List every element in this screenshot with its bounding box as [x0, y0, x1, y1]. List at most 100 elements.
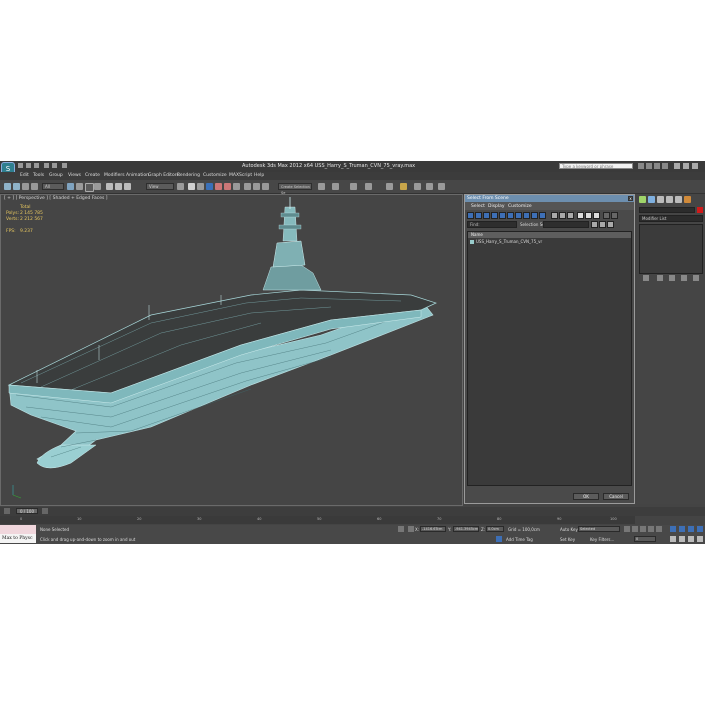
- object-name-field[interactable]: [639, 207, 695, 213]
- motion-tab-icon[interactable]: [666, 196, 673, 203]
- window-crossing-icon[interactable]: [94, 183, 101, 190]
- select-by-name-icon[interactable]: [76, 183, 83, 190]
- zoom-all-icon[interactable]: [679, 526, 685, 532]
- pan-icon[interactable]: [670, 536, 676, 542]
- layer-manager-icon[interactable]: [318, 183, 325, 190]
- configure-modifier-sets-icon[interactable]: [693, 275, 699, 281]
- modify-tab-icon[interactable]: [648, 196, 655, 203]
- scene-object-list[interactable]: Name USS_Harry_S_Truman_CVN_75_vr: [467, 231, 632, 486]
- search-input[interactable]: Type a keyword or phrase: [559, 163, 633, 169]
- render-iterative-icon[interactable]: [438, 183, 445, 190]
- menu-graph-editors[interactable]: Graph Editors: [148, 173, 179, 178]
- modifier-stack[interactable]: [639, 224, 703, 274]
- schematic-view-icon[interactable]: [365, 183, 372, 190]
- select-influences-icon[interactable]: [607, 221, 614, 228]
- perspective-viewport[interactable]: [ + ] [ Perspective ] [ Shaded + Edged F…: [0, 194, 463, 506]
- zoom-extents-all-icon[interactable]: [697, 526, 703, 532]
- select-children-icon[interactable]: [591, 221, 598, 228]
- unlink-icon[interactable]: [31, 183, 38, 190]
- render-setup-icon[interactable]: [400, 183, 407, 190]
- display-containers-icon[interactable]: [539, 212, 546, 219]
- y-coordinate-field[interactable]: -941.3945cm: [453, 526, 479, 532]
- graphite-ribbon-icon[interactable]: [332, 183, 339, 190]
- display-all-icon[interactable]: [551, 212, 558, 219]
- display-shapes-icon[interactable]: [475, 212, 482, 219]
- display-invert-icon[interactable]: [567, 212, 574, 219]
- select-invert-icon[interactable]: [593, 212, 600, 219]
- hierarchy-tab-icon[interactable]: [657, 196, 664, 203]
- snaps-toggle-icon[interactable]: [206, 183, 213, 190]
- zoom-icon[interactable]: [670, 526, 676, 532]
- new-file-icon[interactable]: [18, 163, 23, 168]
- help-icon[interactable]: [662, 163, 668, 169]
- time-tag-icon[interactable]: [496, 536, 502, 542]
- lock-selection-icon[interactable]: [398, 526, 404, 532]
- key-filters-button[interactable]: Key Filters...: [590, 537, 614, 542]
- auto-key-mode-combo[interactable]: Selected: [578, 526, 620, 532]
- show-end-result-icon[interactable]: [657, 275, 663, 281]
- timeslider-left-icon[interactable]: [4, 508, 10, 514]
- spinner-snap-icon[interactable]: [233, 183, 240, 190]
- x-coordinate-field[interactable]: -1416.6Tcm: [420, 526, 446, 532]
- subscription-icon[interactable]: [646, 163, 652, 169]
- absolute-mode-icon[interactable]: [408, 526, 414, 532]
- menu-create[interactable]: Create: [85, 173, 100, 178]
- keyboard-shortcut-icon[interactable]: [197, 183, 204, 190]
- display-cameras-icon[interactable]: [491, 212, 498, 219]
- render-production-icon[interactable]: [426, 183, 433, 190]
- name-column-header[interactable]: Name: [468, 232, 631, 238]
- next-frame-icon[interactable]: [648, 526, 654, 532]
- current-frame-field[interactable]: 0: [634, 536, 656, 542]
- display-none-icon[interactable]: [559, 212, 566, 219]
- menu-group[interactable]: Group: [49, 173, 63, 178]
- region-select-icon[interactable]: [85, 183, 94, 192]
- display-bones-icon[interactable]: [531, 212, 538, 219]
- select-dependents-icon[interactable]: [599, 221, 606, 228]
- time-slider[interactable]: 0 / 100: [16, 508, 38, 514]
- display-xrefs-icon[interactable]: [523, 212, 530, 219]
- menu-help[interactable]: Help: [254, 173, 264, 178]
- display-lights-icon[interactable]: [483, 212, 490, 219]
- selection-filter-combo[interactable]: All: [42, 183, 64, 190]
- go-to-start-icon[interactable]: [624, 526, 630, 532]
- dialog-title[interactable]: Select From Scene: [465, 195, 634, 202]
- create-tab-icon[interactable]: [639, 196, 646, 203]
- dialog-menu-customize[interactable]: Customize: [508, 204, 532, 209]
- menu-edit[interactable]: Edit: [20, 173, 29, 178]
- menu-maxscript[interactable]: MAXScript: [229, 173, 252, 178]
- previous-frame-icon[interactable]: [632, 526, 638, 532]
- rendered-frame-window-icon[interactable]: [414, 183, 421, 190]
- minimize-icon[interactable]: [674, 163, 680, 169]
- select-none-icon[interactable]: [585, 212, 592, 219]
- menu-tools[interactable]: Tools: [33, 173, 44, 178]
- list-item[interactable]: USS_Harry_S_Truman_CVN_75_vr: [470, 239, 542, 244]
- menu-modifiers[interactable]: Modifiers: [104, 173, 125, 178]
- material-editor-icon[interactable]: [386, 183, 393, 190]
- orbit-icon[interactable]: [679, 536, 685, 542]
- maxscript-listener-input[interactable]: Max to Physc: [0, 534, 36, 543]
- angle-snap-icon[interactable]: [215, 183, 222, 190]
- scale-icon[interactable]: [124, 183, 131, 190]
- percent-snap-icon[interactable]: [224, 183, 231, 190]
- save-file-icon[interactable]: [34, 163, 39, 168]
- ok-button[interactable]: OK: [573, 493, 599, 500]
- display-geometry-icon[interactable]: [467, 212, 474, 219]
- select-all-icon[interactable]: [577, 212, 584, 219]
- project-folder-icon[interactable]: [62, 163, 67, 168]
- filter-icon[interactable]: [603, 212, 610, 219]
- display-spacewarps-icon[interactable]: [507, 212, 514, 219]
- make-unique-icon[interactable]: [669, 275, 675, 281]
- mirror-icon[interactable]: [253, 183, 260, 190]
- binoculars-icon[interactable]: [638, 163, 644, 169]
- add-time-tag-button[interactable]: Add Time Tag: [506, 537, 533, 542]
- pin-stack-icon[interactable]: [643, 275, 649, 281]
- maxscript-listener-top[interactable]: [0, 525, 36, 534]
- field-of-view-icon[interactable]: [688, 536, 694, 542]
- z-coordinate-field[interactable]: 0.0cm: [486, 526, 504, 532]
- curve-editor-icon[interactable]: [350, 183, 357, 190]
- find-input[interactable]: Find:: [467, 221, 517, 228]
- rotate-icon[interactable]: [115, 183, 122, 190]
- edit-named-selection-icon[interactable]: [244, 183, 251, 190]
- manipulate-icon[interactable]: [188, 183, 195, 190]
- undo-toolbar-icon[interactable]: [4, 183, 11, 190]
